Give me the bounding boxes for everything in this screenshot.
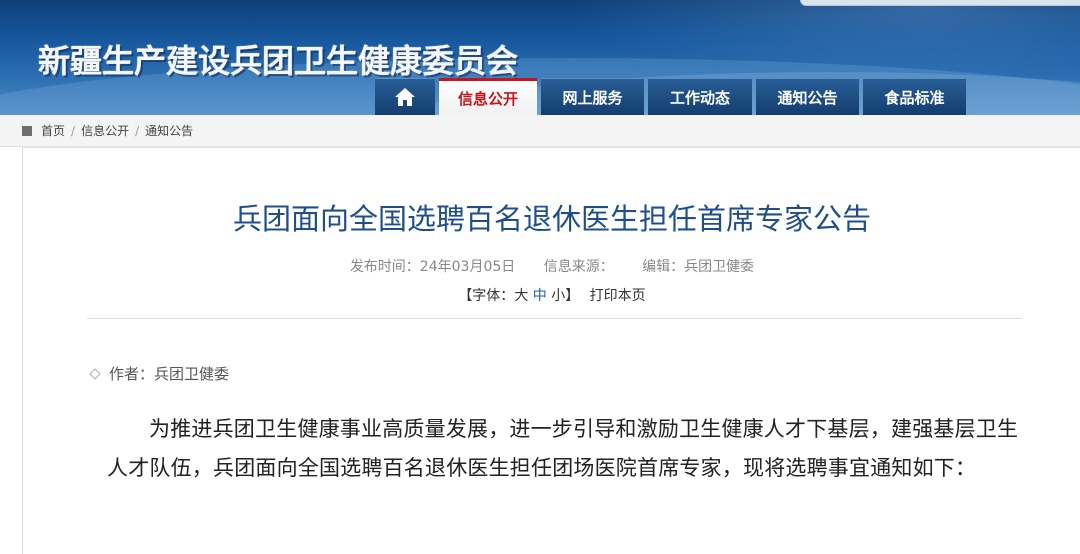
- site-header: 新疆生产建设兵团卫生健康委员会 信息公开 网上服务 工作动态 通知公告 食品标准: [0, 0, 1080, 115]
- top-search-box[interactable]: [800, 0, 1080, 6]
- font-size-bar: 【字体：大 中 小】 打印本页: [23, 285, 1080, 305]
- nav-item-notices[interactable]: 通知公告: [756, 78, 859, 115]
- article-body: 为推进兵团卫生健康事业高质量发展，进一步引导和激励卫生健康人才下基层，建强基层卫…: [107, 417, 1019, 480]
- info-source: 信息来源：: [543, 259, 614, 275]
- nav-home-button[interactable]: [375, 78, 435, 115]
- font-size-small-link[interactable]: 小: [551, 288, 565, 304]
- nav-item-online-service[interactable]: 网上服务: [541, 78, 644, 115]
- font-label-close: 】: [565, 288, 580, 304]
- editor: 编辑：兵团卫健委: [642, 259, 755, 275]
- nav-item-info-public[interactable]: 信息公开: [439, 78, 537, 115]
- breadcrumb: 首页 / 信息公开 / 通知公告: [0, 115, 1080, 147]
- article-meta: 发布时间：24年03月05日 信息来源： 编辑：兵团卫健委: [23, 256, 1080, 276]
- article-panel: 兵团面向全国选聘百名退休医生担任首席专家公告 发布时间：24年03月05日 信息…: [22, 147, 1080, 554]
- breadcrumb-info-public[interactable]: 信息公开: [81, 122, 129, 139]
- breadcrumb-separator: /: [71, 123, 76, 138]
- nav-item-food-standards[interactable]: 食品标准: [863, 78, 966, 115]
- article-author: 作者：兵团卫健委: [89, 363, 229, 384]
- font-size-large-link[interactable]: 大: [514, 288, 528, 304]
- site-title: 新疆生产建设兵团卫生健康委员会: [38, 42, 519, 80]
- breadcrumb-separator: /: [135, 123, 140, 138]
- main-nav: 信息公开 网上服务 工作动态 通知公告 食品标准: [375, 78, 970, 115]
- diamond-icon: [89, 367, 101, 380]
- publish-time: 发布时间：24年03月05日: [349, 259, 516, 275]
- nav-item-work-news[interactable]: 工作动态: [648, 78, 752, 115]
- breadcrumb-notices[interactable]: 通知公告: [145, 122, 193, 139]
- breadcrumb-home[interactable]: 首页: [41, 122, 65, 139]
- font-label-open: 【字体：: [458, 288, 515, 304]
- author-text: 作者：兵团卫健委: [109, 365, 230, 383]
- article-title: 兵团面向全国选聘百名退休医生担任首席专家公告: [232, 202, 871, 236]
- divider: [87, 318, 1022, 319]
- breadcrumb-marker-icon: [22, 125, 32, 136]
- print-page-link[interactable]: 打印本页: [590, 288, 646, 304]
- home-icon: [395, 88, 415, 106]
- font-size-medium-link[interactable]: 中: [533, 288, 547, 304]
